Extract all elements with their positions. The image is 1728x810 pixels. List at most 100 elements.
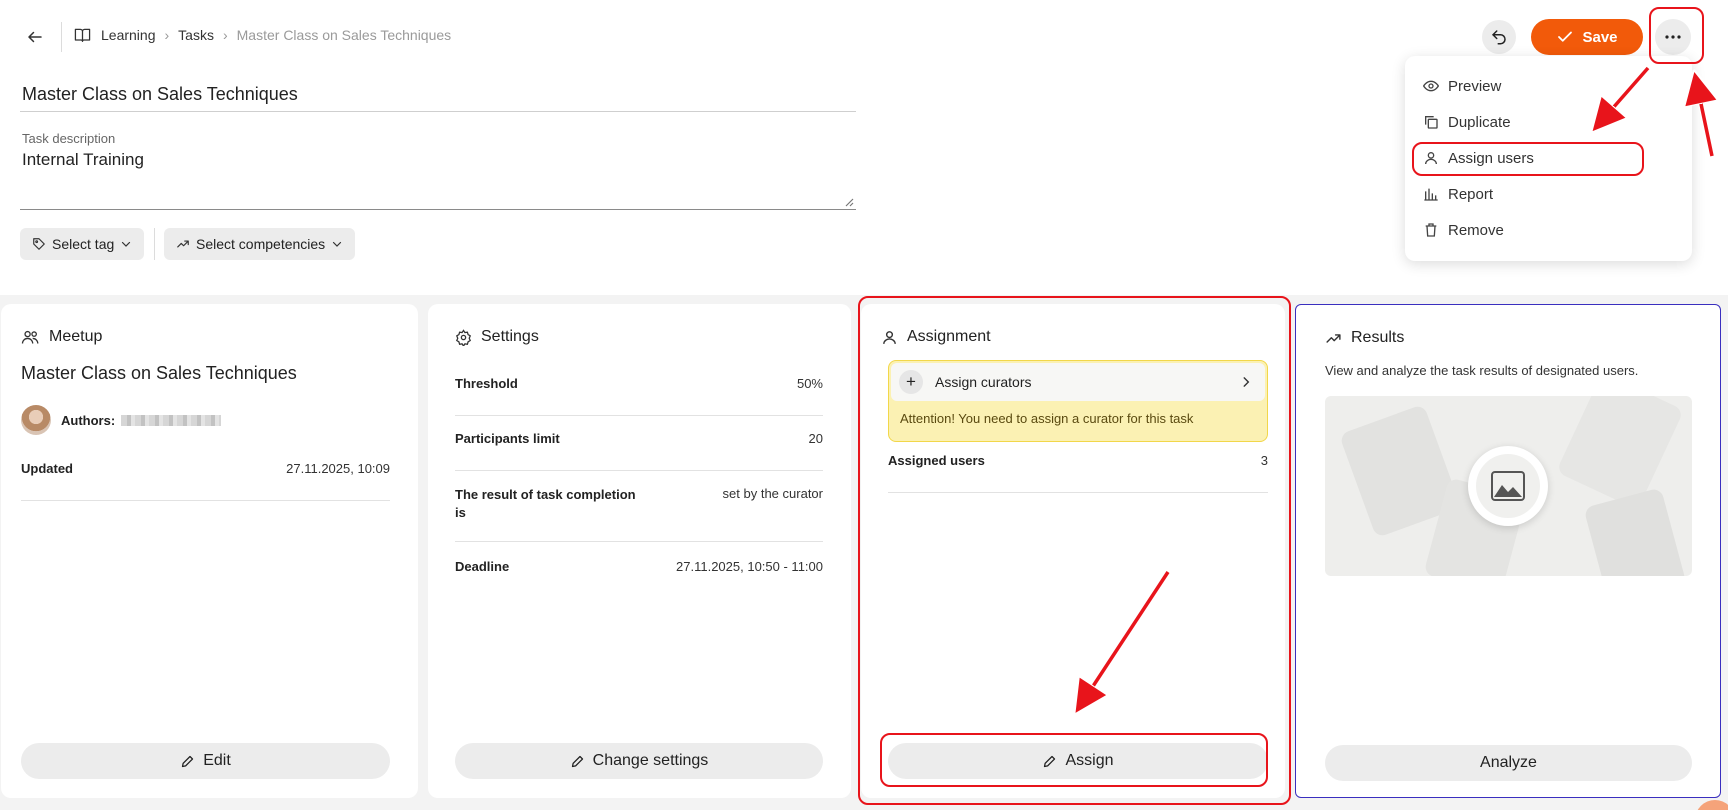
menu-item-assign-users[interactable]: Assign users [1405, 140, 1692, 176]
assignment-header-label: Assignment [907, 328, 991, 345]
bar-chart-icon [1424, 188, 1438, 201]
completion-result-value: set by the curator [722, 486, 823, 501]
arrow-left-icon [28, 31, 42, 43]
menu-item-label: Remove [1448, 221, 1504, 239]
image-icon [1468, 446, 1548, 526]
meetup-header: Meetup [21, 328, 102, 346]
completion-result-row: The result of task completion is set by … [455, 486, 823, 542]
menu-item-preview[interactable]: Preview [1405, 68, 1692, 104]
edit-button[interactable]: Edit [21, 743, 390, 779]
change-settings-button[interactable]: Change settings [455, 743, 823, 779]
undo-icon [1492, 30, 1506, 45]
edit-label: Edit [203, 752, 231, 769]
menu-item-report[interactable]: Report [1405, 176, 1692, 212]
deadline-value: 27.11.2025, 10:50 - 11:00 [676, 559, 823, 574]
participants-limit-value: 20 [808, 431, 823, 446]
select-tag-label: Select tag [52, 236, 115, 252]
assignment-card: Assignment + Assign curators Attention! … [861, 304, 1285, 798]
threshold-value: 50% [796, 376, 823, 391]
check-icon [1558, 31, 1573, 42]
eye-icon [1423, 80, 1439, 92]
threshold-row: Threshold 50% [455, 376, 823, 416]
tag-icon [33, 238, 45, 250]
participants-limit-row: Participants limit 20 [455, 431, 823, 471]
pencil-icon [571, 755, 583, 767]
menu-item-remove[interactable]: Remove [1405, 212, 1692, 248]
corner-badge [1695, 800, 1728, 810]
participants-limit-label: Participants limit [455, 431, 560, 446]
description-value: Internal Training [22, 150, 144, 169]
description-label: Task description [22, 131, 116, 146]
book-icon [74, 27, 91, 43]
select-competencies-button[interactable]: Select competencies [164, 228, 356, 260]
assign-button[interactable]: Assign [888, 743, 1268, 779]
more-horizontal-icon [1665, 35, 1681, 39]
menu-item-duplicate[interactable]: Duplicate [1405, 104, 1692, 140]
author-name-redacted [121, 414, 222, 426]
avatar [21, 405, 51, 435]
settings-card: Settings Threshold 50% Participants limi… [428, 304, 851, 798]
assign-curators-label: Assign curators [935, 374, 1032, 390]
task-title-input[interactable]: Master Class on Sales Techniques [20, 78, 856, 112]
assigned-users-row: Assigned users 3 [888, 453, 1268, 493]
chevron-down-icon [122, 241, 131, 247]
divider [61, 22, 62, 52]
task-description-input[interactable]: Internal Training [20, 150, 856, 210]
chevron-right-icon: › [164, 27, 170, 43]
assigned-users-count: 3 [1260, 453, 1268, 468]
back-button[interactable] [22, 24, 48, 50]
results-header: Results [1325, 329, 1404, 347]
settings-header: Settings [455, 328, 539, 346]
gear-icon [455, 328, 472, 346]
completion-result-label: The result of task completion is [455, 487, 636, 520]
breadcrumb: Learning › Tasks › Master Class on Sales… [74, 27, 451, 43]
chevron-right-icon: › [222, 27, 228, 43]
breadcrumb-current: Master Class on Sales Techniques [236, 27, 452, 43]
options-menu: Preview Duplicate Assign users Report Re… [1405, 56, 1692, 261]
pencil-icon [182, 755, 194, 767]
divider [154, 228, 155, 260]
results-header-label: Results [1351, 329, 1405, 346]
trending-up-icon [1326, 333, 1341, 343]
threshold-label: Threshold [455, 376, 518, 391]
breadcrumb-learning[interactable]: Learning [101, 27, 156, 43]
more-options-button[interactable] [1655, 19, 1691, 55]
results-card: Results View and analyze the task result… [1295, 304, 1721, 798]
deadline-row: Deadline 27.11.2025, 10:50 - 11:00 [455, 559, 823, 581]
pencil-icon [1044, 755, 1056, 767]
menu-item-label: Assign users [1448, 149, 1534, 167]
trash-icon [1425, 223, 1437, 237]
chevron-right-icon [1243, 377, 1250, 387]
plus-icon: + [899, 370, 923, 394]
select-tag-button[interactable]: Select tag [20, 228, 145, 260]
undo-button[interactable] [1482, 20, 1516, 54]
breadcrumb-tasks[interactable]: Tasks [178, 27, 214, 43]
trending-up-icon [177, 240, 189, 248]
analyze-button[interactable]: Analyze [1325, 745, 1692, 781]
save-button[interactable]: Save [1531, 19, 1643, 55]
updated-label: Updated [21, 461, 73, 476]
updated-value: 27.11.2025, 10:09 [286, 461, 390, 476]
deadline-label: Deadline [455, 559, 510, 574]
menu-item-label: Report [1448, 185, 1494, 203]
assignment-header: Assignment [881, 328, 991, 346]
settings-header-label: Settings [481, 328, 539, 345]
authors-label: Authors: [61, 412, 116, 428]
user-icon [1425, 152, 1437, 165]
assign-curators-button[interactable]: + Assign curators [891, 363, 1265, 401]
change-settings-label: Change settings [592, 752, 709, 769]
menu-item-label: Preview [1448, 77, 1502, 95]
updated-row: Updated 27.11.2025, 10:09 [21, 461, 390, 501]
user-icon [883, 330, 896, 344]
assigned-users-label: Assigned users [888, 453, 985, 468]
meetup-header-label: Meetup [49, 328, 103, 345]
meetup-title: Master Class on Sales Techniques [21, 363, 297, 383]
resize-handle-icon[interactable] [844, 197, 854, 207]
task-editor-header: Learning › Tasks › Master Class on Sales… [0, 0, 1728, 295]
save-label: Save [1582, 28, 1618, 46]
authors-row: Authors: [21, 405, 222, 435]
chevron-down-icon [333, 241, 342, 247]
meetup-card: Meetup Master Class on Sales Techniques … [1, 304, 418, 798]
analyze-label: Analyze [1480, 754, 1537, 771]
select-competencies-label: Select competencies [196, 236, 326, 252]
